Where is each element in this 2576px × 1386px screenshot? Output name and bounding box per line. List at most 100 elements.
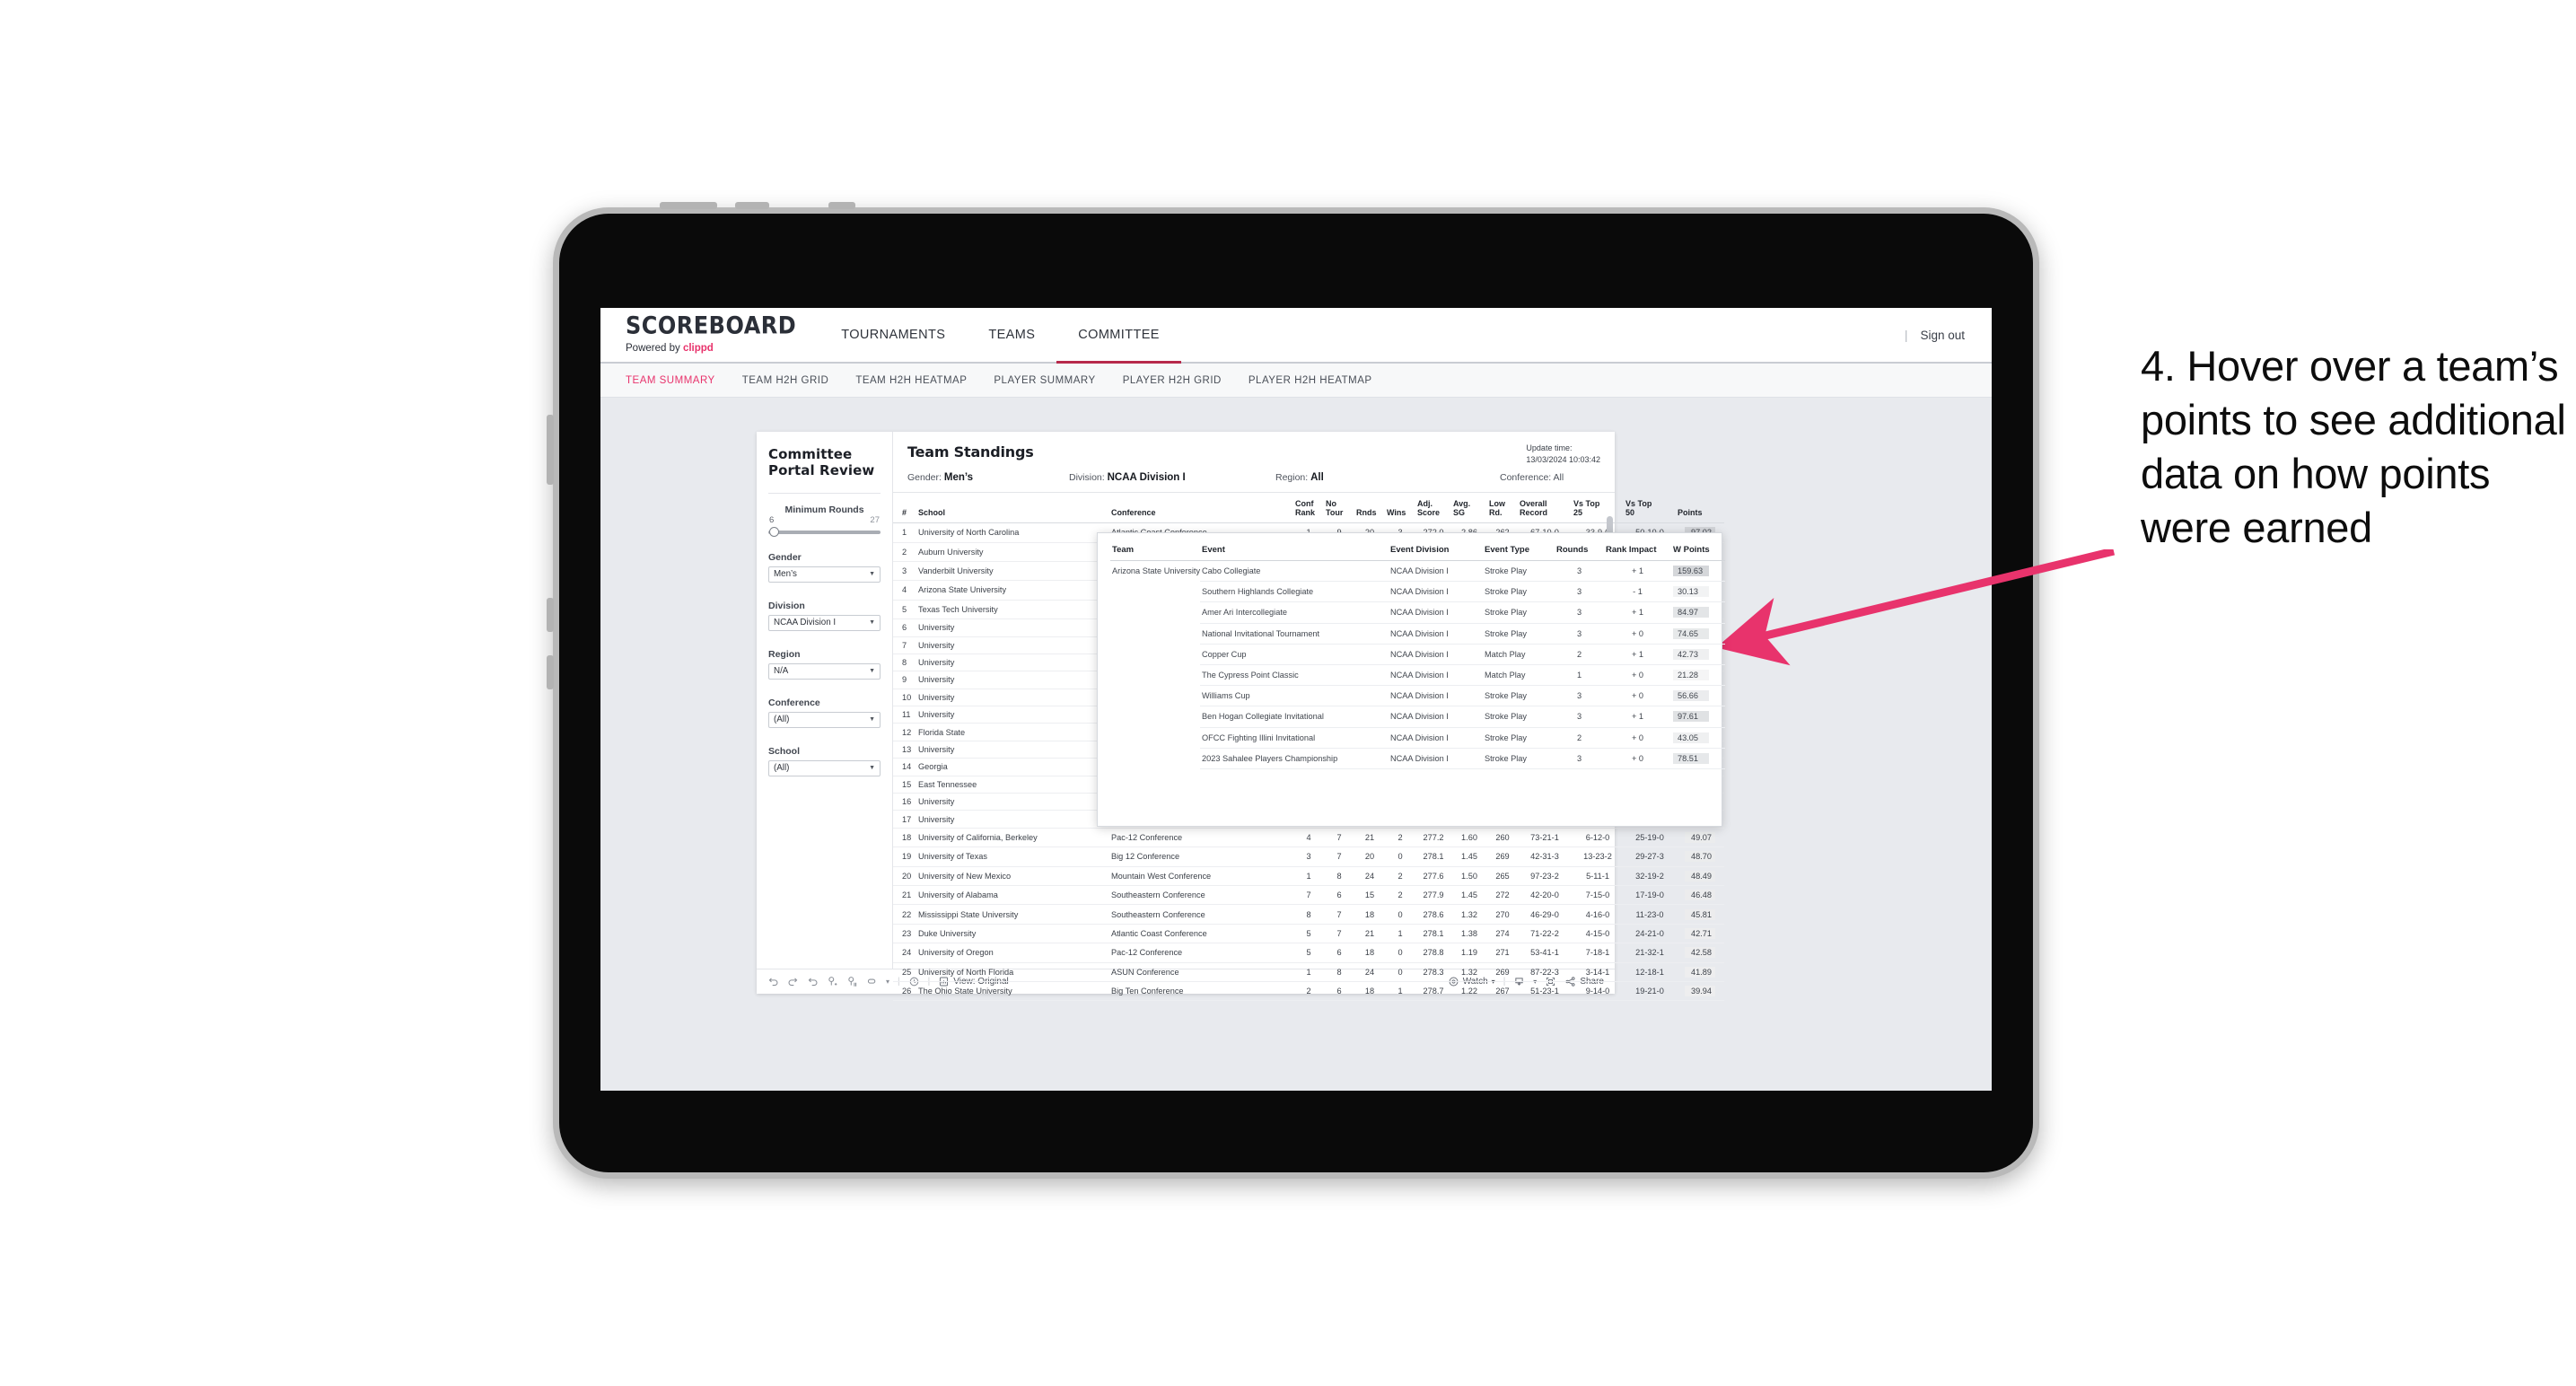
row-points[interactable]: 39.94 [1676,981,1724,1002]
tt-row-w-points: 159.63 [1671,560,1725,583]
tt-row-type: Match Play [1483,664,1555,687]
table-row[interactable]: 22 Mississippi State University Southeaste… [893,904,1724,925]
table-row[interactable]: 21 University of Alabama Southeastern Conf… [893,885,1724,906]
tab-player-h2h-grid[interactable]: PLAYER H2H GRID [1123,375,1222,386]
row-rank: 17 [893,810,916,829]
highlight-caret-icon[interactable]: ▾ [886,978,889,986]
table-row[interactable]: 18 University of California, Berkeley Pac-… [893,828,1724,848]
brand-logo-text: SCOREBOARD [626,311,797,339]
col-avg-sg-l2: SG [1453,508,1466,518]
col-conf-rank[interactable]: Conf Rank [1293,493,1324,524]
col-vs-top-50[interactable]: Vs Top 50 [1624,493,1676,524]
row-conference: Big Ten Conference [1109,981,1293,1002]
row-adj-score: 277.9 [1415,885,1451,906]
col-vs-top-25[interactable]: Vs Top 25 [1572,493,1624,524]
tab-team-h2h-heatmap[interactable]: TEAM H2H HEATMAP [855,375,967,386]
row-no-tour: 7 [1324,924,1354,944]
revert-icon[interactable] [807,976,819,987]
minimum-rounds-slider[interactable] [768,526,881,537]
tooltip-row: Copper Cup NCAA Division I Match Play 2 + 14… [1110,644,1725,665]
tt-row-rank-impact: + 0 [1604,748,1671,769]
highlight-icon[interactable] [866,976,878,987]
minimum-rounds-max: 27 [870,514,880,525]
row-adj-score: 277.2 [1415,828,1451,848]
row-avg-sg: 1.19 [1451,943,1487,963]
tab-player-summary[interactable]: PLAYER SUMMARY [994,375,1095,386]
table-row[interactable]: 23 Duke University Atlantic Coast Conferen… [893,924,1724,944]
row-points[interactable]: 42.58 [1676,943,1724,963]
row-overall-record: 46-29-0 [1518,904,1572,925]
points-value: 45.81 [1685,908,1715,920]
table-row[interactable]: 26 The Ohio State University Big Ten Confe… [893,981,1724,1002]
col-school[interactable]: School [916,493,1109,524]
col-avg-sg[interactable]: Avg. SG [1451,493,1487,524]
filter-division-select[interactable]: NCAA Division I ▼ [768,614,881,631]
row-vs-top-25: 5-11-1 [1572,866,1624,886]
col-wins[interactable]: Wins [1385,493,1415,524]
filter-division-label: Division [768,600,805,611]
active-filter-region-value: All [1310,472,1324,483]
row-rank: 20 [893,866,916,886]
row-avg-sg: 1.38 [1451,924,1487,944]
col-conference[interactable]: Conference [1109,493,1293,524]
tt-row-rank-impact: - 1 [1604,581,1671,603]
tt-row-division: NCAA Division I [1389,664,1483,687]
row-points[interactable]: 48.70 [1676,847,1724,867]
row-wins: 0 [1385,847,1415,867]
row-vs-top-25: 9-14-0 [1572,981,1624,1002]
refresh-icon[interactable] [827,976,838,987]
active-filters-row: Gender: Men’s Division: NCAA Division I … [907,472,1600,483]
minimum-rounds-slider-handle[interactable] [769,526,779,537]
tt-col-type: Event Type [1483,542,1555,561]
brand-logo[interactable]: SCOREBOARD Powered by clippd [600,311,819,355]
tab-team-summary[interactable]: TEAM SUMMARY [626,375,715,386]
minimum-rounds-min: 6 [769,514,775,525]
w-points-value: 159.63 [1673,566,1709,577]
row-points[interactable]: 48.49 [1676,866,1724,886]
redo-icon[interactable] [787,976,799,987]
tt-row-w-points: 43.05 [1671,727,1725,749]
top-nav-links: TOURNAMENTS TEAMS COMMITTEE [819,308,1181,364]
col-rank[interactable]: # [893,493,916,524]
col-rank-l1: # [902,508,907,518]
undo-icon[interactable] [767,976,779,987]
filter-region-select[interactable]: N/A ▼ [768,662,881,680]
nav-link-committee[interactable]: COMMITTEE [1056,308,1181,364]
filter-school-select[interactable]: (All) ▼ [768,759,881,776]
row-wins: 0 [1385,962,1415,982]
table-row[interactable]: 25 University of North Florida ASUN Confer… [893,962,1724,982]
col-low-rd[interactable]: Low Rd. [1487,493,1518,524]
sign-out-link[interactable]: Sign out [1920,329,1965,342]
row-points[interactable]: 45.81 [1676,904,1724,925]
tt-row-event: National Invitational Tournament [1200,623,1389,645]
table-row[interactable]: 19 University of Texas Big 12 Conference 3 7… [893,847,1724,867]
row-points[interactable]: 41.89 [1676,962,1724,982]
row-points[interactable]: 49.07 [1676,828,1724,848]
nav-link-teams[interactable]: TEAMS [967,308,1056,364]
col-vs-top-25-l2: 25 [1573,508,1583,518]
brand-tagline-prefix: Powered by [626,342,683,354]
row-school: University [916,810,1109,829]
w-points-value: 97.61 [1673,711,1709,723]
filter-gender-select[interactable]: Men’s ▼ [768,566,881,583]
pause-updates-icon[interactable] [846,976,858,987]
col-rnds[interactable]: Rnds [1354,493,1385,524]
col-overall-record[interactable]: Overall Record [1518,493,1572,524]
filter-conference-select[interactable]: (All) ▼ [768,711,881,728]
row-points[interactable]: 42.71 [1676,924,1724,944]
tt-row-event: 2023 Sahalee Players Championship [1200,748,1389,769]
col-adj-score[interactable]: Adj. Score [1415,493,1451,524]
col-no-tour[interactable]: No Tour [1324,493,1354,524]
row-avg-sg: 1.32 [1451,904,1487,925]
table-row[interactable]: 24 University of Oregon Pac-12 Conference 5… [893,943,1724,963]
table-row[interactable]: 20 University of New Mexico Mountain West … [893,866,1724,886]
row-points[interactable]: 46.48 [1676,885,1724,906]
tab-player-h2h-heatmap[interactable]: PLAYER H2H HEATMAP [1249,375,1372,386]
tab-team-h2h-grid[interactable]: TEAM H2H GRID [742,375,829,386]
row-no-tour: 6 [1324,885,1354,906]
tt-row-w-points: 97.61 [1671,706,1725,728]
col-points[interactable]: Points [1676,493,1724,524]
col-overall-record-l2: Record [1520,508,1548,518]
row-vs-top-50: 25-19-0 [1624,828,1676,848]
nav-link-tournaments[interactable]: TOURNAMENTS [819,308,967,364]
